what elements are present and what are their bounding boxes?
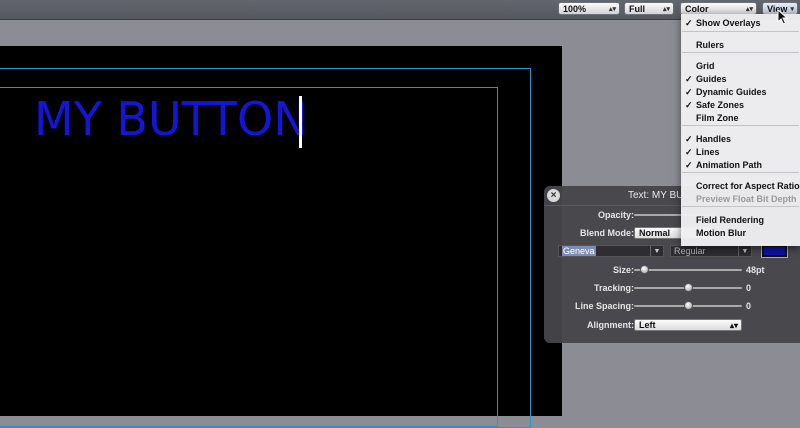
color-swatch[interactable] (761, 244, 788, 258)
view-menu-item[interactable]: Correct for Aspect Ratio (681, 180, 800, 193)
view-menu-item-label: Lines (696, 147, 720, 157)
view-menu-item-label: Field Rendering (696, 215, 765, 225)
size-slider-knob[interactable] (640, 265, 650, 274)
chevron-down-icon[interactable]: ▼ (738, 246, 751, 256)
blend-mode-label: Blend Mode: (580, 228, 634, 238)
size-slider[interactable] (634, 269, 742, 271)
view-menu-item-label: Safe Zones (696, 100, 745, 110)
text-cursor (299, 96, 302, 148)
alignment-popup[interactable]: Left ▴▾ (634, 319, 742, 331)
view-menu-item-label: Guides (696, 74, 727, 84)
view-menu-item-label: Show Overlays (696, 18, 761, 28)
view-menu-item[interactable]: ✓ Animation Path (681, 159, 800, 172)
checkmark-icon: ✓ (685, 160, 693, 170)
tracking-label: Tracking: (593, 283, 634, 293)
view-menu-item[interactable]: ✓ Lines (681, 146, 800, 159)
checkmark-icon: ✓ (685, 74, 693, 84)
menu-separator (682, 52, 799, 53)
size-value: 48pt (746, 265, 765, 275)
view-menu-item[interactable]: Film Zone (681, 112, 800, 125)
font-field[interactable]: Geneva ▼ (558, 245, 664, 257)
opacity-label: Opacity: (597, 210, 634, 220)
view-menu-item-label: Film Zone (696, 113, 739, 123)
view-menu-item-label: Animation Path (696, 160, 763, 170)
updown-arrows-icon: ▴▾ (662, 6, 670, 13)
alignment-value: Left (639, 320, 656, 330)
checkmark-icon: ✓ (685, 134, 693, 144)
channel-value: Color (685, 4, 709, 14)
zoom-popup[interactable]: 100% ▴▾ (558, 2, 620, 15)
view-menu-item[interactable]: ✓ Safe Zones (681, 99, 800, 112)
canvas-toolbar: 100% ▴▾ Full ▴▾ Color ▴▾ View ▾ (0, 0, 800, 20)
view-menu-item-label: Motion Blur (696, 228, 746, 238)
tracking-slider-knob[interactable] (683, 283, 693, 292)
font-value: Geneva (562, 246, 596, 256)
view-menu-item[interactable]: ✓ Handles (681, 133, 800, 146)
line-spacing-value: 0 (746, 301, 752, 311)
zoom-value: 100% (563, 4, 587, 14)
view-menu-item-label: Grid (696, 61, 715, 71)
view-menu-item-label: Handles (696, 134, 732, 144)
alignment-label: Alignment: (587, 320, 634, 330)
font-style-field[interactable]: Regular ▼ (670, 245, 752, 257)
view-menu-item[interactable]: Grid (681, 60, 800, 73)
resolution-value: Full (629, 4, 645, 14)
view-menu-item[interactable]: Field Rendering (681, 214, 800, 227)
view-menu-item: Preview Float Bit Depth (681, 193, 800, 206)
mouse-pointer-icon (777, 9, 789, 25)
view-menu-item-label: Preview Float Bit Depth (696, 194, 797, 204)
color-swatch-fill (764, 247, 785, 255)
menu-separator (682, 172, 799, 173)
line-spacing-label: Line Spacing: (574, 301, 634, 311)
chevron-down-icon[interactable]: ▼ (650, 246, 663, 256)
view-menu: ✓ Show Overlays Rulers Grid ✓ Guides ✓ Dynamic … (681, 14, 800, 246)
font-style-value: Regular (674, 246, 706, 256)
checkmark-icon: ✓ (685, 87, 693, 97)
menu-separator (682, 125, 799, 126)
menu-separator (682, 31, 799, 32)
updown-arrows-icon: ▴▾ (729, 321, 738, 330)
view-menu-item[interactable]: ✓ Guides (681, 73, 800, 86)
updown-arrows-icon: ▴▾ (608, 6, 616, 13)
view-menu-item[interactable]: Rulers (681, 39, 800, 52)
blend-mode-value: Normal (639, 228, 671, 238)
view-menu-item-label: Correct for Aspect Ratio (696, 181, 800, 191)
size-label: Size: (612, 265, 634, 275)
resolution-popup[interactable]: Full ▴▾ (624, 2, 674, 15)
view-menu-item[interactable]: Motion Blur (681, 227, 800, 240)
view-menu-item[interactable]: ✓ Dynamic Guides (681, 86, 800, 99)
tracking-value: 0 (746, 283, 752, 293)
line-spacing-slider-knob[interactable] (683, 301, 693, 310)
checkmark-icon: ✓ (685, 18, 693, 28)
view-menu-item-label: Dynamic Guides (696, 87, 767, 97)
view-menu-item-label: Rulers (696, 40, 725, 50)
checkmark-icon: ✓ (685, 100, 693, 110)
menu-separator (682, 206, 799, 207)
canvas-text-layer[interactable]: MY BUTTON (34, 92, 308, 146)
checkmark-icon: ✓ (685, 147, 693, 157)
